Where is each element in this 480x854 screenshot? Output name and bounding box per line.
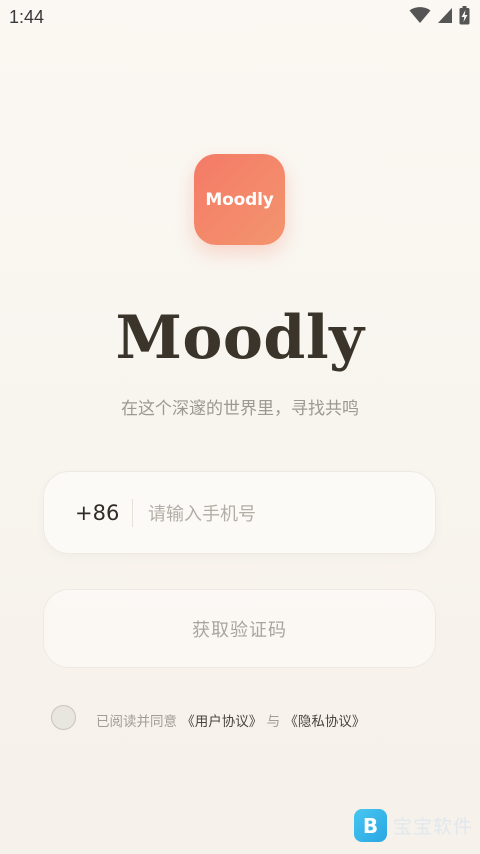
app-subtitle: 在这个深邃的世界里，寻找共鸣 — [121, 399, 359, 419]
battery-charging-icon — [459, 6, 470, 25]
app-title: Moodly — [115, 303, 365, 373]
agreement-checkbox[interactable] — [51, 705, 76, 730]
watermark-text: 宝宝软件 — [393, 816, 474, 838]
get-code-button[interactable]: 获取验证码 — [43, 589, 436, 668]
app-logo: Moodly — [194, 154, 285, 245]
agreement-connector: 与 — [262, 714, 285, 730]
status-time: 1:44 — [9, 7, 45, 27]
watermark-logo: B — [354, 809, 387, 842]
watermark: B 宝宝软件 — [354, 809, 473, 842]
user-agreement-link[interactable]: 《用户协议》 — [181, 714, 262, 730]
country-code[interactable]: +86 — [75, 501, 119, 525]
status-bar: 1:44 — [0, 0, 480, 34]
phone-input[interactable] — [148, 498, 408, 530]
signal-icon — [437, 7, 453, 24]
agreement-prefix: 已阅读并同意 — [96, 714, 182, 730]
status-icons — [409, 6, 470, 25]
agreement-text: 已阅读并同意 《用户协议》 与 《隐私协议》 — [96, 710, 365, 730]
app-logo-text: Moodly — [205, 189, 274, 210]
phone-input-container: +86 — [43, 471, 436, 554]
wifi-icon — [409, 7, 431, 24]
privacy-policy-link[interactable]: 《隐私协议》 — [284, 714, 365, 730]
divider — [132, 499, 133, 527]
